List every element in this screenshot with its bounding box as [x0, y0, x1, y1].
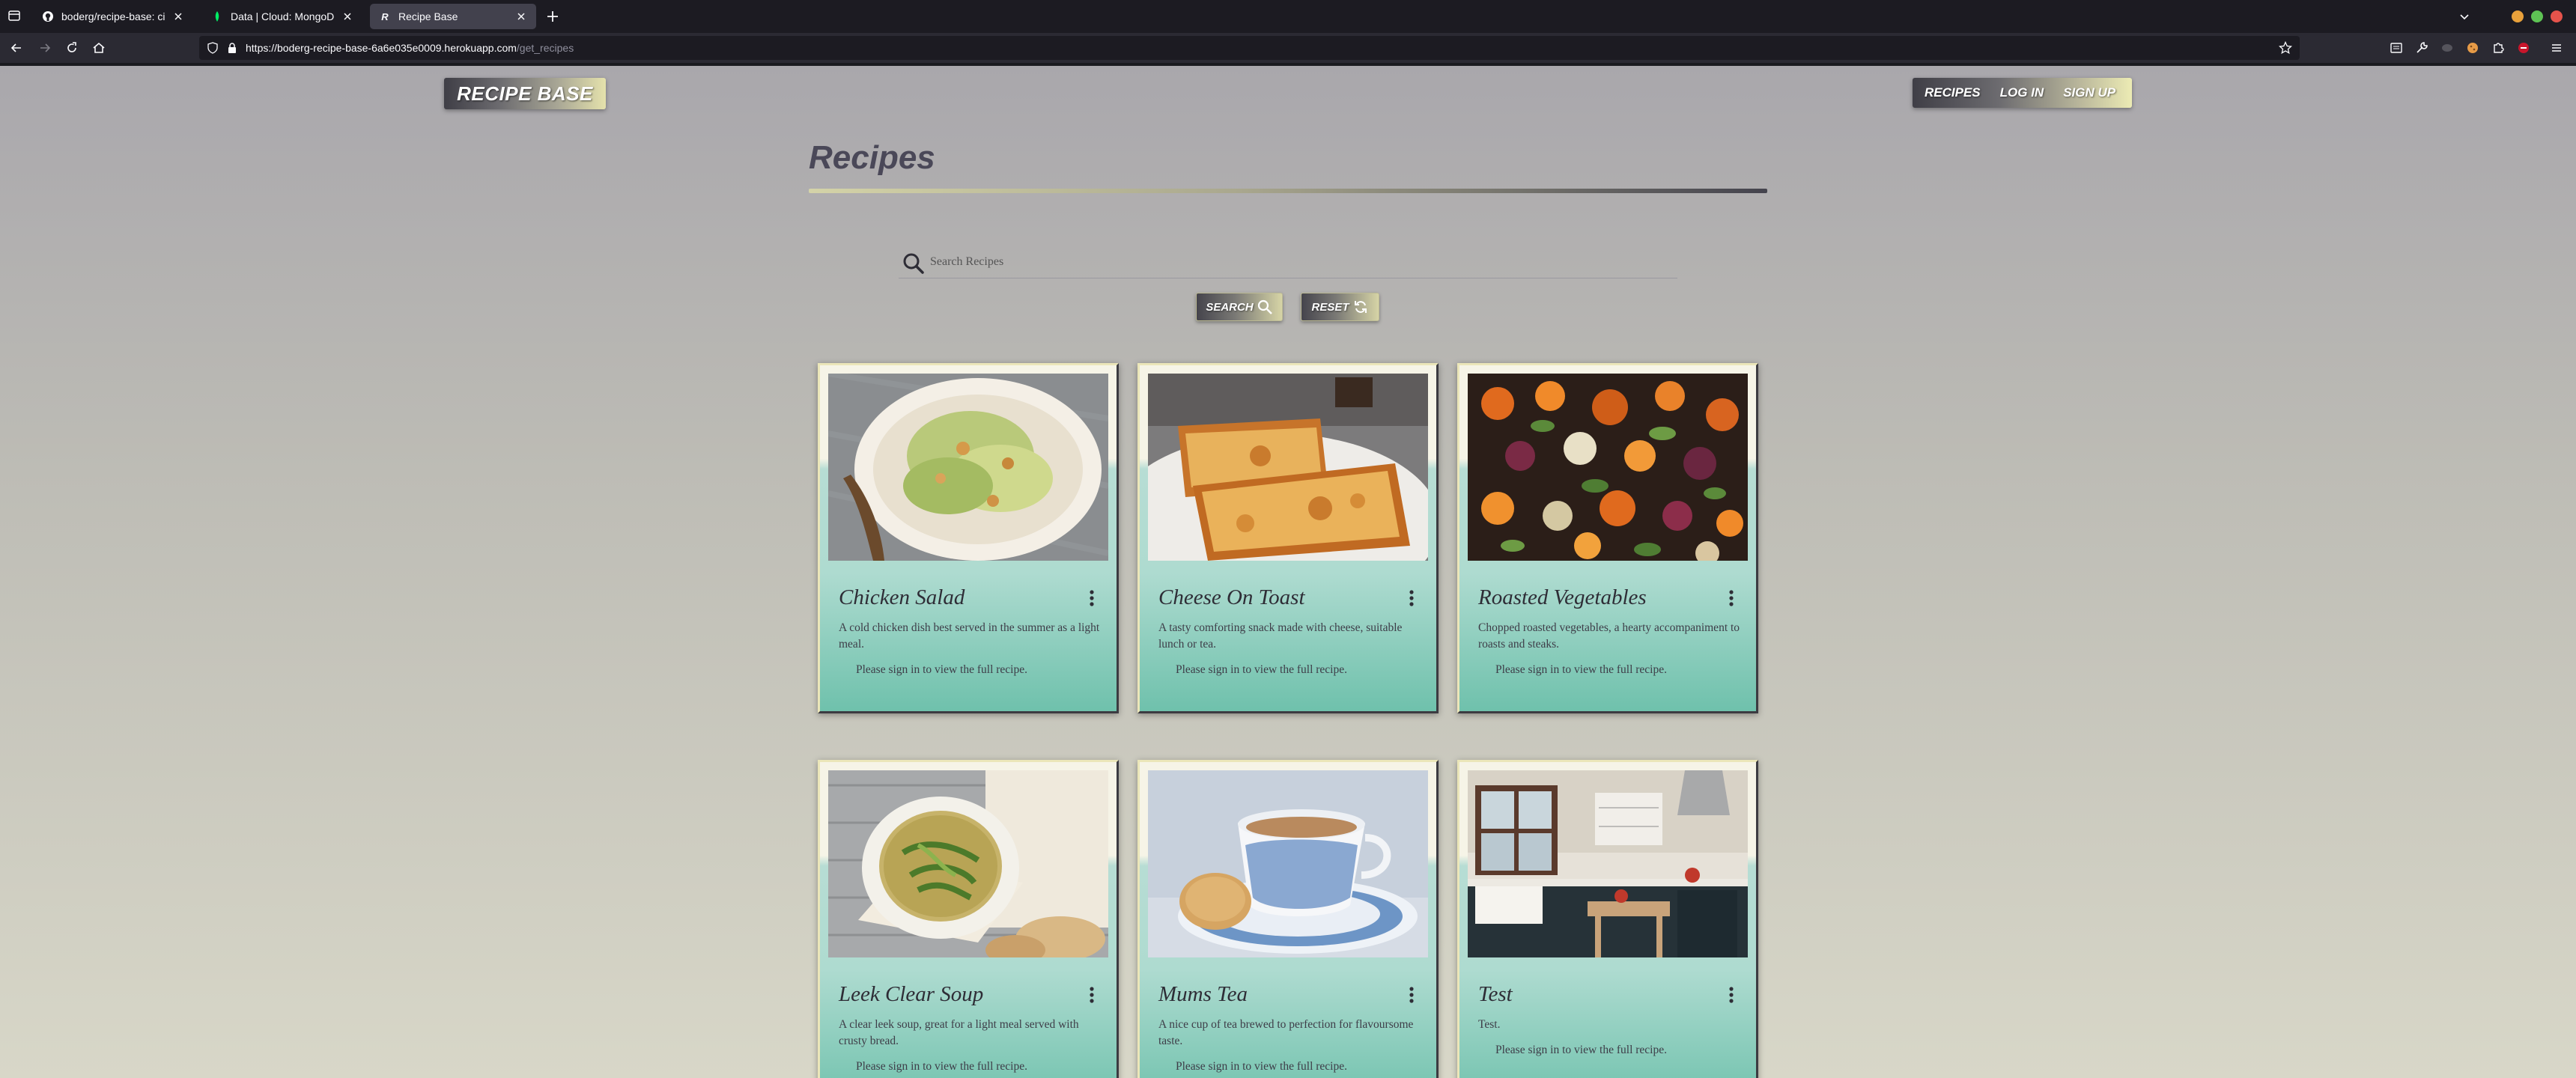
more-options-icon[interactable]: [1725, 984, 1737, 1005]
recipe-title[interactable]: Chicken Salad: [839, 585, 965, 610]
search-field: [899, 246, 1677, 278]
close-window-icon[interactable]: [2551, 10, 2563, 22]
title-underline: [809, 189, 1767, 193]
forward-arrow-icon[interactable]: [37, 40, 52, 55]
site-brand-logo[interactable]: RECIPE BASE: [444, 78, 606, 109]
search-button[interactable]: SEARCH: [1196, 293, 1283, 321]
recipe-description: A cold chicken dish best served in the s…: [839, 621, 1100, 651]
sign-in-note: Please sign in to view the full recipe.: [1176, 663, 1347, 676]
sign-in-note: Please sign in to view the full recipe.: [1495, 663, 1667, 676]
more-options-icon[interactable]: [1406, 588, 1418, 609]
recipes-page: RECIPE BASE RECIPES LOG IN SIGN UP Recip…: [0, 66, 2576, 1078]
recipe-image-kitchen: [1468, 770, 1748, 957]
recipe-card[interactable]: Cheese On Toast A tasty comforting snack…: [1137, 363, 1439, 713]
recipe-card[interactable]: Roasted Vegetables Chopped roasted veget…: [1457, 363, 1758, 713]
browser-tab-bar: boderg/recipe-base: ci mile Data | Cloud…: [0, 0, 2576, 33]
url-path: /get_recipes: [516, 42, 574, 54]
search-icon: [903, 253, 924, 274]
tab-github[interactable]: boderg/recipe-base: ci mile: [33, 4, 193, 29]
recipe-card[interactable]: Leek Clear Soup A clear leek soup, great…: [818, 760, 1119, 1078]
more-options-icon[interactable]: [1086, 984, 1098, 1005]
extension-block-icon[interactable]: [2516, 40, 2531, 55]
recipe-description: A clear leek soup, great for a light mea…: [839, 1018, 1079, 1047]
browser-nav-bar: https://boderg-recipe-base-6a6e035e0009.…: [0, 33, 2576, 63]
recipe-description: Test.: [1478, 1018, 1501, 1031]
extensions-puzzle-icon[interactable]: [2491, 40, 2506, 55]
tab-title: boderg/recipe-base: ci mile: [61, 10, 165, 22]
tab-list-icon[interactable]: [7, 9, 21, 22]
recipe-image-mums-tea: [1148, 770, 1428, 957]
close-tab-icon[interactable]: [172, 10, 184, 22]
address-bar[interactable]: https://boderg-recipe-base-6a6e035e0009.…: [199, 36, 2300, 60]
minimize-window-icon[interactable]: [2512, 10, 2524, 22]
bookmark-star-icon[interactable]: [2279, 41, 2292, 55]
more-options-icon[interactable]: [1406, 984, 1418, 1005]
close-tab-icon[interactable]: [341, 10, 353, 22]
nav-recipes-link[interactable]: RECIPES: [1925, 85, 1981, 100]
recipe-image-cheese-on-toast: [1148, 374, 1428, 561]
sign-in-note: Please sign in to view the full recipe.: [1495, 1044, 1667, 1056]
recipe-card[interactable]: Test Test. Please sign in to view the fu…: [1457, 760, 1758, 1078]
menu-hamburger-icon[interactable]: [2549, 40, 2564, 55]
recipe-title[interactable]: Cheese On Toast: [1158, 585, 1305, 610]
reset-button-label: RESET: [1311, 300, 1349, 314]
tab-title: Recipe Base: [398, 10, 458, 22]
tools-wrench-icon[interactable]: [2414, 40, 2429, 55]
tab-recipe-base[interactable]: R Recipe Base: [370, 4, 536, 29]
url-text[interactable]: https://boderg-recipe-base-6a6e035e0009.…: [246, 42, 574, 54]
tab-overflow-chevron-icon[interactable]: [2458, 10, 2470, 22]
reader-view-icon[interactable]: [2389, 40, 2404, 55]
top-navigation: RECIPES LOG IN SIGN UP: [1913, 78, 2132, 108]
nav-login-link[interactable]: LOG IN: [2000, 85, 2044, 100]
recipe-description: A nice cup of tea brewed to perfection f…: [1158, 1018, 1414, 1047]
nav-signup-link[interactable]: SIGN UP: [2063, 85, 2115, 100]
recipe-description: Chopped roasted vegetables, a hearty acc…: [1478, 621, 1740, 651]
back-arrow-icon[interactable]: [9, 40, 24, 55]
recipe-card[interactable]: Mums Tea A nice cup of tea brewed to per…: [1137, 760, 1439, 1078]
recipe-base-icon: R: [381, 10, 389, 22]
page-title: Recipes: [809, 139, 935, 176]
recipe-title[interactable]: Roasted Vegetables: [1478, 585, 1647, 610]
mongodb-leaf-icon: [211, 10, 223, 22]
tab-mongodb[interactable]: Data | Cloud: MongoDB Clo: [202, 4, 362, 29]
sign-in-note: Please sign in to view the full recipe.: [856, 1060, 1027, 1073]
extension-cookie-icon[interactable]: [2465, 40, 2480, 55]
refresh-icon: [1354, 301, 1367, 313]
search-icon: [1257, 299, 1272, 314]
recipe-card[interactable]: Chicken Salad A cold chicken dish best s…: [818, 363, 1119, 713]
close-tab-icon[interactable]: [515, 10, 527, 22]
home-icon[interactable]: [91, 40, 106, 55]
lock-icon[interactable]: [226, 42, 238, 54]
sign-in-note: Please sign in to view the full recipe.: [856, 663, 1027, 676]
recipe-description: A tasty comforting snack made with chees…: [1158, 621, 1403, 651]
recipe-image-chicken-salad: [828, 374, 1108, 561]
maximize-window-icon[interactable]: [2531, 10, 2543, 22]
recipe-title[interactable]: Leek Clear Soup: [839, 982, 983, 1007]
new-tab-icon[interactable]: [544, 7, 562, 25]
more-options-icon[interactable]: [1086, 588, 1098, 609]
sign-in-note: Please sign in to view the full recipe.: [1176, 1060, 1347, 1073]
shield-icon[interactable]: [207, 42, 219, 54]
extension-mask-icon[interactable]: [2440, 40, 2455, 55]
more-options-icon[interactable]: [1725, 588, 1737, 609]
url-host: https://boderg-recipe-base-6a6e035e0009.…: [246, 42, 517, 54]
recipe-title[interactable]: Mums Tea: [1158, 982, 1248, 1007]
reset-button[interactable]: RESET: [1301, 293, 1379, 321]
recipe-image-leek-clear-soup: [828, 770, 1108, 957]
search-button-label: SEARCH: [1206, 300, 1254, 314]
recipe-image-roasted-vegetables: [1468, 374, 1748, 561]
tab-title: Data | Cloud: MongoDB Clo: [231, 10, 334, 22]
search-input[interactable]: [930, 250, 1664, 274]
github-icon: [42, 10, 54, 22]
reload-icon[interactable]: [64, 40, 79, 55]
recipe-title[interactable]: Test: [1478, 982, 1513, 1007]
